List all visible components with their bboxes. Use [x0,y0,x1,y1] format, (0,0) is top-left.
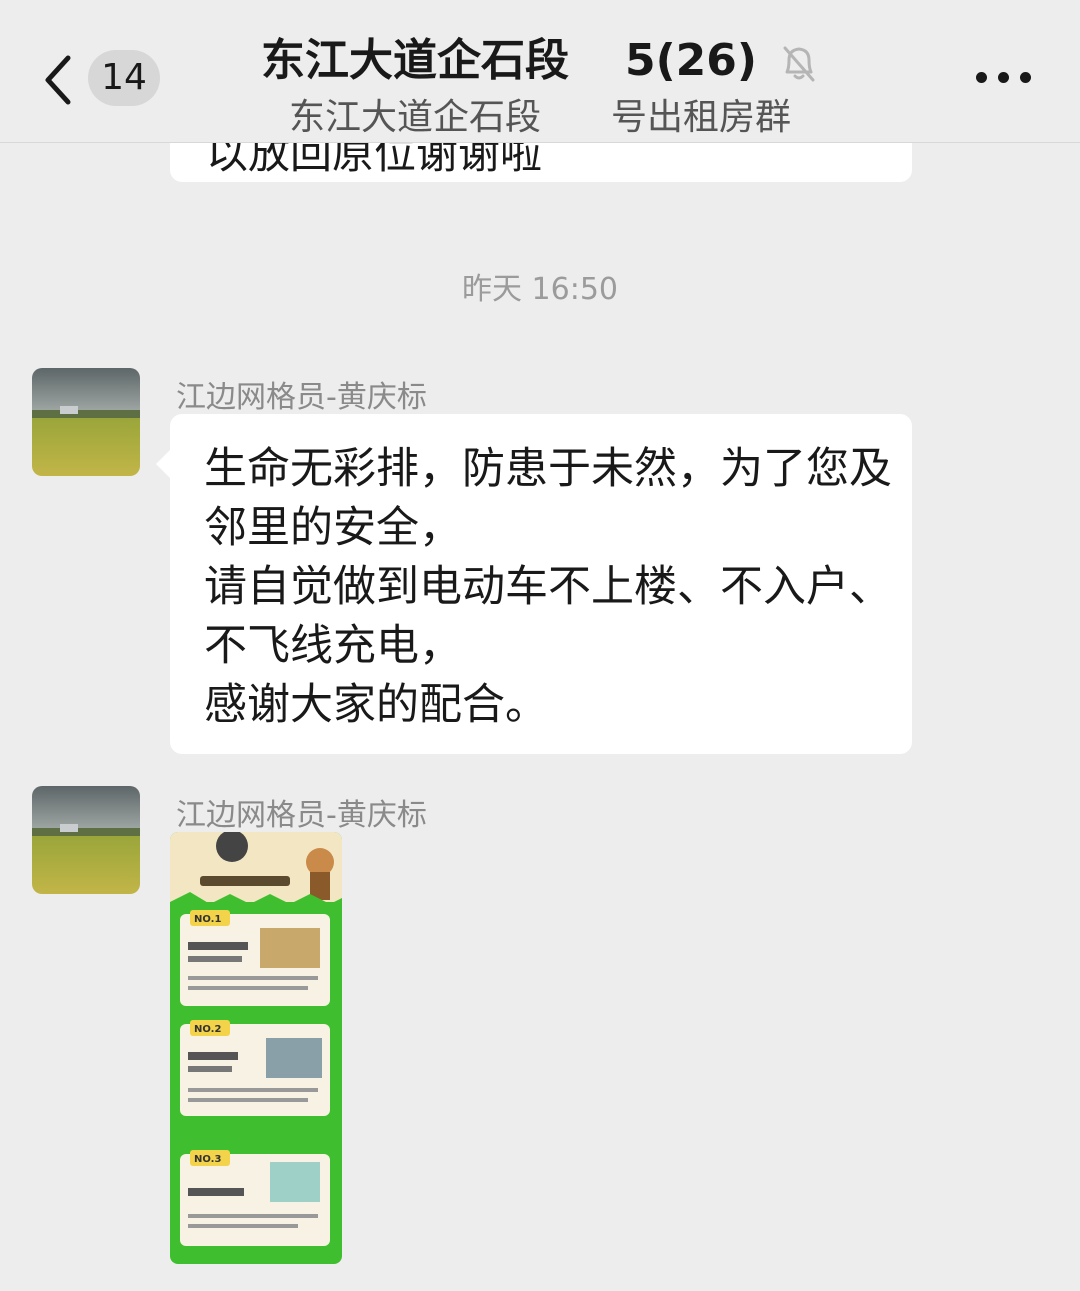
bell-off-icon [779,42,819,84]
more-options-button[interactable] [976,66,1032,90]
safety-poster-image: NO.1 NO.2 NO.3 [170,832,342,1264]
chat-title: 东江大道企石段 5(26) [0,24,1080,88]
chat-member-count: 5(26) [624,35,758,86]
chat-header: 14 东江大道企石段 5(26) 东江大道企石段 号出租房群 [0,0,1080,143]
ellipsis-icon [976,72,987,83]
chat-title-text: 东江大道企石段 [260,35,569,86]
message-bubble[interactable]: 生命无彩排，防患于未然，为了您及邻里的安全， 请自觉做到电动车不上楼、不入户、不… [156,414,912,754]
message-text: 生命无彩排，防患于未然，为了您及邻里的安全， 请自觉做到电动车不上楼、不入户、不… [204,444,892,730]
sender-name: 江边网格员-黄庆标 [176,798,427,833]
chat-subtitle-left: 东江大道企石段 [288,97,541,138]
poster-label: NO.3 [194,1154,221,1165]
chat-subtitle: 东江大道企石段 号出租房群 [0,88,1080,140]
image-message[interactable]: NO.1 NO.2 NO.3 [170,832,342,1264]
message-timestamp: 昨天 16:50 [462,272,618,307]
avatar[interactable] [32,786,140,894]
sender-name: 江边网格员-黄庆标 [176,380,427,415]
chat-subtitle-right: 号出租房群 [611,97,792,138]
poster-label: NO.1 [194,914,221,925]
avatar[interactable] [32,368,140,476]
poster-label: NO.2 [194,1024,221,1035]
